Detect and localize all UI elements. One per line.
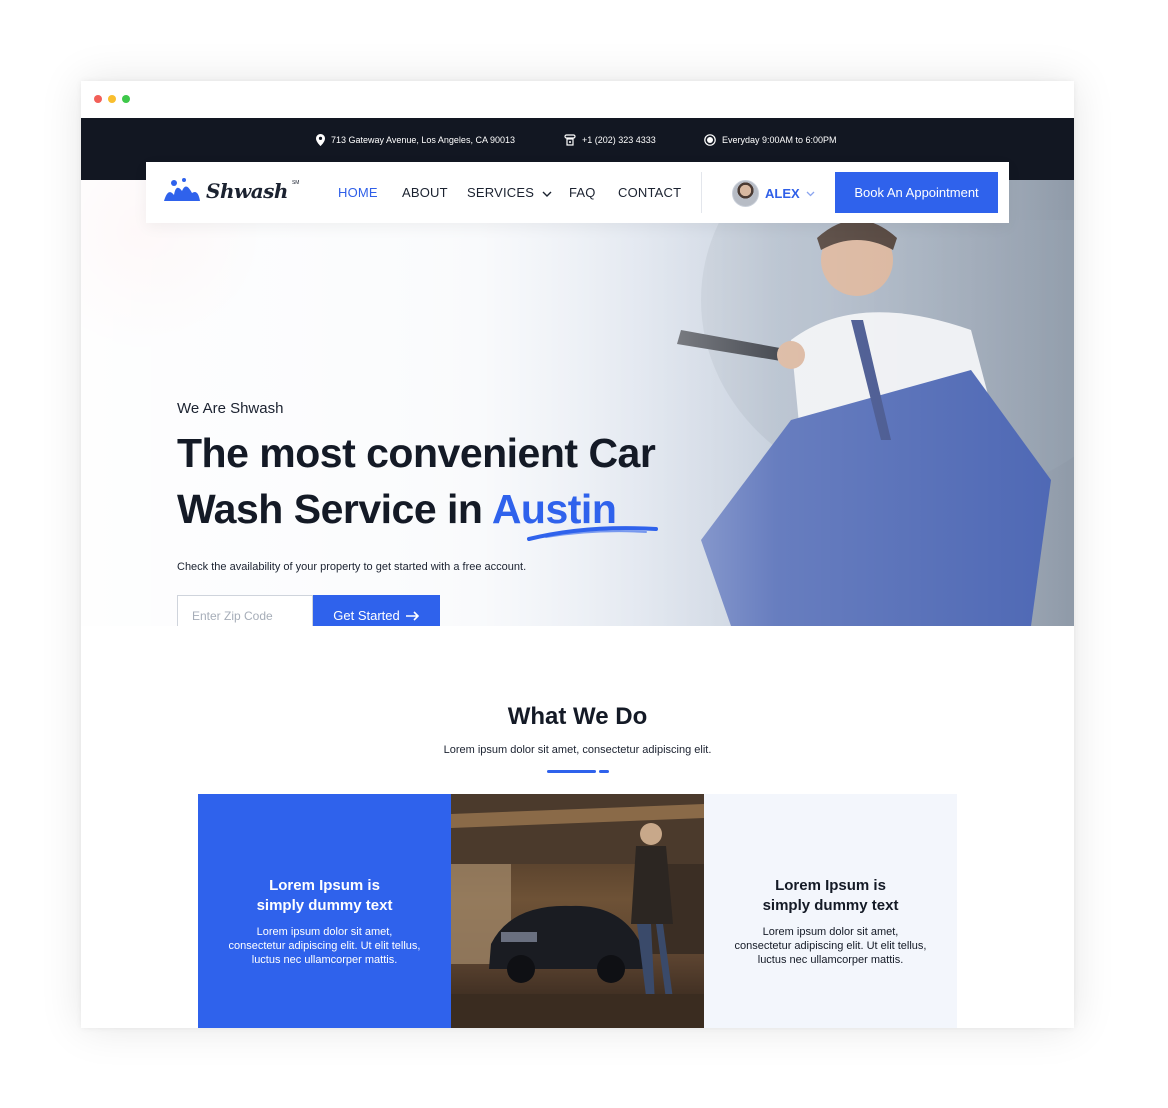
logo-mark: SM <box>291 180 300 186</box>
card-text-line3: luctus nec ullamcorper mattis. <box>251 954 398 966</box>
maximize-window-dot[interactable] <box>122 95 130 103</box>
hours-text: Everyday 9:00AM to 6:00PM <box>722 135 837 145</box>
section-subtitle: Lorem ipsum dolor sit amet, consectetur … <box>443 744 712 756</box>
minimize-window-dot[interactable] <box>108 95 116 103</box>
card-text-line1: Lorem ipsum dolor sit amet, <box>256 926 393 938</box>
close-window-dot[interactable] <box>94 95 102 103</box>
service-card-primary[interactable]: Lorem Ipsum is simply dummy text Lorem i… <box>198 794 451 1028</box>
arrow-right-icon <box>405 610 419 621</box>
card-title-line2: simply dummy text <box>762 897 899 914</box>
car-wash-photo-icon <box>451 794 704 1028</box>
card-text: Lorem ipsum dolor sit amet, consectetur … <box>198 925 451 967</box>
nav-faq[interactable]: FAQ <box>569 185 596 200</box>
card-text-line2: consectetur adipiscing elit. Ut elit tel… <box>228 940 421 952</box>
card-text-line3: luctus nec ullamcorper mattis. <box>757 954 904 966</box>
window-chrome <box>81 81 1074 119</box>
map-pin-icon <box>316 134 325 146</box>
section-title: What We Do <box>507 703 648 730</box>
card-title: Lorem Ipsum is simply dummy text <box>198 876 451 916</box>
book-appointment-button[interactable]: Book An Appointment <box>835 172 998 213</box>
avatar <box>732 180 759 207</box>
chevron-down-icon <box>542 191 552 197</box>
user-menu[interactable]: ALEX <box>732 180 815 207</box>
browser-window: 713 Gateway Avenue, Los Angeles, CA 9001… <box>81 81 1074 1028</box>
splash-logo-icon <box>164 178 200 201</box>
zip-code-input[interactable] <box>177 595 313 626</box>
hero-title-line1: The most convenient Car <box>177 430 656 476</box>
card-title-line2: simply dummy text <box>256 897 393 914</box>
logo-text: Shwash <box>206 179 288 203</box>
get-started-label: Get Started <box>333 608 400 623</box>
phone-item[interactable]: +1 (202) 323 4333 <box>564 134 656 146</box>
hero-eyebrow: We Are Shwash <box>177 400 284 417</box>
brush-underline-icon <box>527 526 658 541</box>
user-name: ALEX <box>765 186 800 201</box>
nav-contact[interactable]: CONTACT <box>618 185 681 200</box>
nav-divider <box>701 172 702 213</box>
card-title-line1: Lorem Ipsum is <box>775 877 886 894</box>
card-title-line1: Lorem Ipsum is <box>269 877 380 894</box>
card-text-line2: consectetur adipiscing elit. Ut elit tel… <box>734 940 927 952</box>
nav-services-label: SERVICES <box>467 185 535 200</box>
hero-title: The most convenient Car Wash Service in … <box>177 425 737 537</box>
card-text: Lorem ipsum dolor sit amet, consectetur … <box>704 925 957 967</box>
hero-description: Check the availability of your property … <box>177 561 527 573</box>
phone-icon <box>564 134 576 146</box>
address-item: 713 Gateway Avenue, Los Angeles, CA 9001… <box>316 134 515 146</box>
service-card-secondary[interactable]: Lorem Ipsum is simply dummy text Lorem i… <box>704 794 957 1028</box>
section-separator <box>547 770 596 773</box>
clock-icon <box>704 134 716 146</box>
get-started-button[interactable]: Get Started <box>313 595 440 626</box>
nav-home[interactable]: HOME <box>338 185 378 200</box>
hero-section: We Are Shwash The most convenient Car Wa… <box>81 180 1074 626</box>
nav-about[interactable]: ABOUT <box>402 185 448 200</box>
card-text-line1: Lorem ipsum dolor sit amet, <box>762 926 899 938</box>
site-logo[interactable]: Shwash SM <box>162 177 299 205</box>
chevron-down-icon <box>806 191 815 196</box>
section-separator-dot <box>599 770 609 773</box>
card-title: Lorem Ipsum is simply dummy text <box>704 876 957 916</box>
hero-title-line2: Wash Service in <box>177 486 492 532</box>
nav-services[interactable]: SERVICES <box>467 185 552 200</box>
address-text: 713 Gateway Avenue, Los Angeles, CA 9001… <box>331 135 515 145</box>
main-navbar: Shwash SM HOME ABOUT SERVICES FAQ CONTAC… <box>146 162 1009 223</box>
hours-item: Everyday 9:00AM to 6:00PM <box>704 134 837 146</box>
service-card-photo <box>451 794 704 1028</box>
phone-text: +1 (202) 323 4333 <box>582 135 656 145</box>
